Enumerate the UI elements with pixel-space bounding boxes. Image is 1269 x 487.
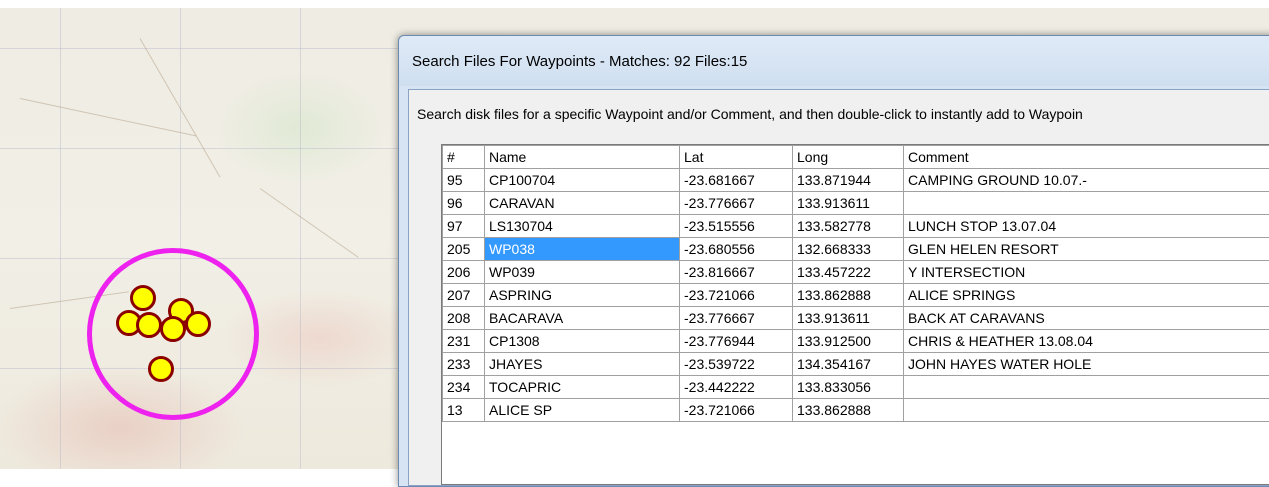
header-row: # Name Lat Long Comment — [443, 146, 1269, 169]
waypoint-marker[interactable] — [148, 356, 174, 382]
results-grid[interactable]: # Name Lat Long Comment 95CP100704-23.68… — [441, 144, 1269, 485]
column-header-comment[interactable]: Comment — [904, 146, 1269, 169]
cell-lat[interactable]: -23.776667 — [680, 307, 793, 330]
cell-name[interactable]: CARAVAN — [485, 192, 680, 215]
cell-long[interactable]: 133.862888 — [793, 284, 904, 307]
column-header-number[interactable]: # — [443, 146, 485, 169]
cell-lat[interactable]: -23.515556 — [680, 215, 793, 238]
caption-fragment — [0, 0, 700, 8]
column-header-long[interactable]: Long — [793, 146, 904, 169]
waypoint-marker[interactable] — [160, 316, 186, 342]
cell-number[interactable]: 97 — [443, 215, 485, 238]
table-row[interactable]: 96CARAVAN-23.776667133.913611 — [443, 192, 1269, 215]
cell-comment[interactable]: Y INTERSECTION — [904, 261, 1269, 284]
cell-long[interactable]: 133.457222 — [793, 261, 904, 284]
cell-long[interactable]: 133.833056 — [793, 376, 904, 399]
cell-number[interactable]: 234 — [443, 376, 485, 399]
cell-number[interactable]: 206 — [443, 261, 485, 284]
cell-number[interactable]: 231 — [443, 330, 485, 353]
cell-name[interactable]: LS130704 — [485, 215, 680, 238]
cell-comment[interactable]: GLEN HELEN RESORT — [904, 238, 1269, 261]
results-table: # Name Lat Long Comment 95CP100704-23.68… — [442, 145, 1269, 422]
cell-name[interactable]: WP039 — [485, 261, 680, 284]
cell-comment[interactable]: LUNCH STOP 13.07.04 — [904, 215, 1269, 238]
cell-name[interactable]: JHAYES — [485, 353, 680, 376]
cell-long[interactable]: 133.913611 — [793, 192, 904, 215]
cell-lat[interactable]: -23.681667 — [680, 169, 793, 192]
cell-lat[interactable]: -23.721066 — [680, 399, 793, 422]
cell-lat[interactable]: -23.721066 — [680, 284, 793, 307]
cell-comment[interactable]: JOHN HAYES WATER HOLE — [904, 353, 1269, 376]
cell-name[interactable]: TOCAPRIC — [485, 376, 680, 399]
cell-long[interactable]: 133.912500 — [793, 330, 904, 353]
dialog-title: Search Files For Waypoints - Matches: 92… — [412, 53, 747, 70]
cell-lat[interactable]: -23.816667 — [680, 261, 793, 284]
column-header-lat[interactable]: Lat — [680, 146, 793, 169]
cell-name[interactable]: BACARAVA — [485, 307, 680, 330]
cell-comment[interactable] — [904, 399, 1269, 422]
cell-long[interactable]: 132.668333 — [793, 238, 904, 261]
cell-name[interactable]: ASPRING — [485, 284, 680, 307]
cell-comment[interactable]: CHRIS & HEATHER 13.08.04 — [904, 330, 1269, 353]
waypoint-marker[interactable] — [185, 311, 211, 337]
table-row[interactable]: 207ASPRING-23.721066133.862888ALICE SPRI… — [443, 284, 1269, 307]
cell-number[interactable]: 96 — [443, 192, 485, 215]
cell-lat[interactable]: -23.680556 — [680, 238, 793, 261]
table-row[interactable]: 205WP038-23.680556132.668333GLEN HELEN R… — [443, 238, 1269, 261]
cell-long[interactable]: 133.871944 — [793, 169, 904, 192]
cell-name[interactable]: ALICE SP — [485, 399, 680, 422]
waypoint-marker[interactable] — [130, 285, 156, 311]
cell-comment[interactable]: BACK AT CARAVANS — [904, 307, 1269, 330]
table-row[interactable]: 233JHAYES-23.539722134.354167JOHN HAYES … — [443, 353, 1269, 376]
dialog-client-area: Search disk files for a specific Waypoin… — [408, 89, 1269, 486]
cell-comment[interactable] — [904, 192, 1269, 215]
cell-number[interactable]: 233 — [443, 353, 485, 376]
table-row[interactable]: 13ALICE SP-23.721066133.862888 — [443, 399, 1269, 422]
cell-comment[interactable] — [904, 376, 1269, 399]
cell-lat[interactable]: -23.442222 — [680, 376, 793, 399]
cell-long[interactable]: 133.913611 — [793, 307, 904, 330]
cell-comment[interactable]: ALICE SPRINGS — [904, 284, 1269, 307]
cell-name[interactable]: WP038 — [485, 238, 680, 261]
cell-number[interactable]: 207 — [443, 284, 485, 307]
cell-lat[interactable]: -23.776944 — [680, 330, 793, 353]
cell-lat[interactable]: -23.539722 — [680, 353, 793, 376]
table-row[interactable]: 208BACARAVA-23.776667133.913611BACK AT C… — [443, 307, 1269, 330]
dialog-titlebar[interactable]: Search Files For Waypoints - Matches: 92… — [399, 36, 1269, 86]
cell-number[interactable]: 95 — [443, 169, 485, 192]
cell-long[interactable]: 133.582778 — [793, 215, 904, 238]
cell-long[interactable]: 133.862888 — [793, 399, 904, 422]
search-waypoints-dialog: Search Files For Waypoints - Matches: 92… — [398, 35, 1269, 487]
cell-lat[interactable]: -23.776667 — [680, 192, 793, 215]
cell-name[interactable]: CP100704 — [485, 169, 680, 192]
cell-number[interactable]: 13 — [443, 399, 485, 422]
column-header-name[interactable]: Name — [485, 146, 680, 169]
cell-comment[interactable]: CAMPING GROUND 10.07.- — [904, 169, 1269, 192]
table-row[interactable]: 95CP100704-23.681667133.871944CAMPING GR… — [443, 169, 1269, 192]
waypoint-marker[interactable] — [136, 312, 162, 338]
table-row[interactable]: 231CP1308-23.776944133.912500CHRIS & HEA… — [443, 330, 1269, 353]
instruction-text: Search disk files for a specific Waypoin… — [417, 106, 1083, 122]
cell-number[interactable]: 205 — [443, 238, 485, 261]
table-row[interactable]: 234TOCAPRIC-23.442222133.833056 — [443, 376, 1269, 399]
table-row[interactable]: 206WP039-23.816667133.457222Y INTERSECTI… — [443, 261, 1269, 284]
cell-name[interactable]: CP1308 — [485, 330, 680, 353]
table-row[interactable]: 97LS130704-23.515556133.582778LUNCH STOP… — [443, 215, 1269, 238]
cell-number[interactable]: 208 — [443, 307, 485, 330]
cell-long[interactable]: 134.354167 — [793, 353, 904, 376]
